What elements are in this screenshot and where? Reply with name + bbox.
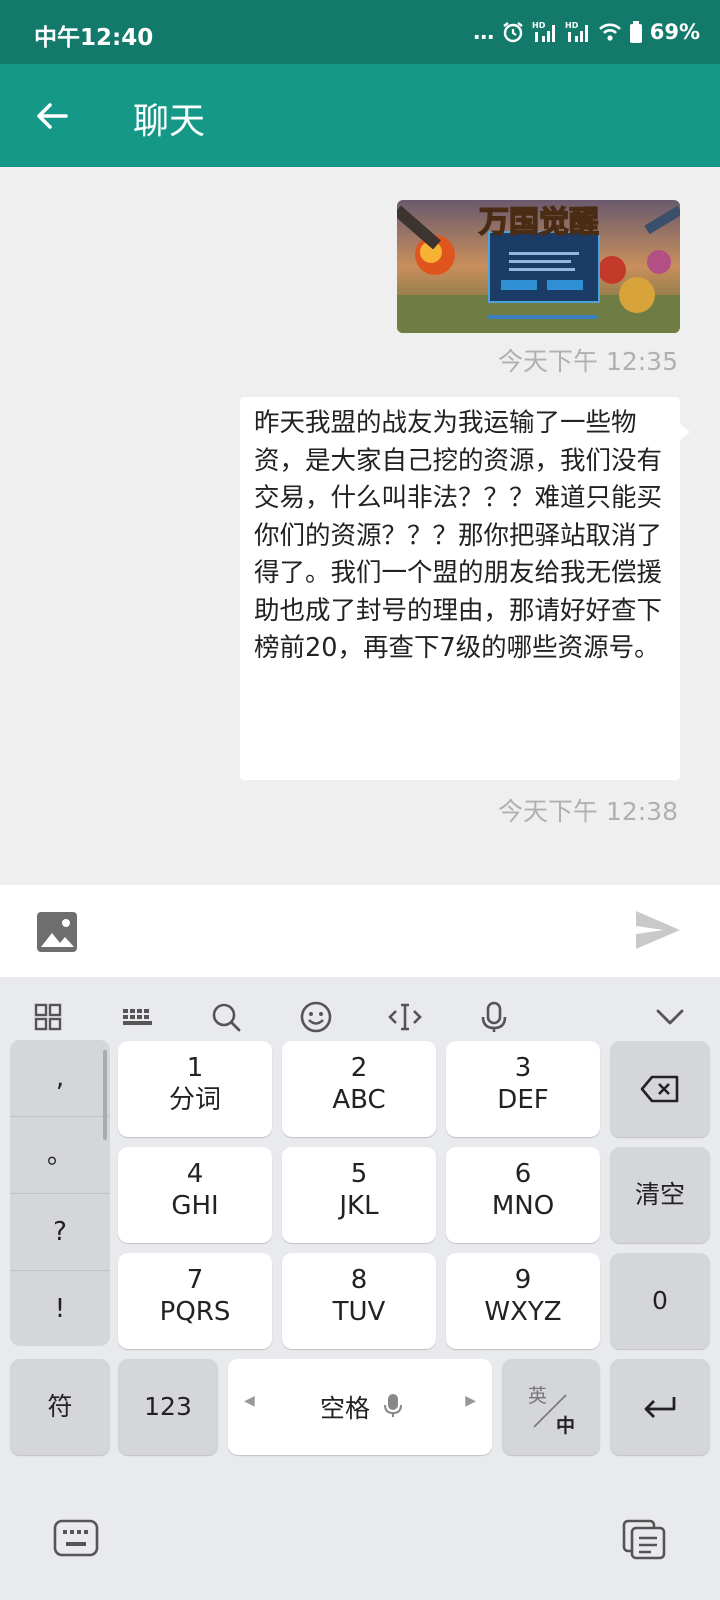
battery-icon [629, 21, 642, 43]
text-message-bubble[interactable]: 昨天我盟的战友为我运输了一些物资，是大家自己挖的资源，我们没有交易，什么叫非法？… [240, 397, 690, 780]
enter-key[interactable] [610, 1359, 710, 1455]
signal-1-icon: HD [532, 21, 555, 42]
game-screenshot-image[interactable]: 万国觉醒 [397, 200, 680, 333]
search-icon[interactable] [206, 997, 246, 1037]
status-time: 中午12:40 [34, 25, 154, 51]
back-arrow-icon[interactable] [26, 90, 78, 142]
key-7[interactable]: 7 PQRS [118, 1253, 272, 1349]
space-key[interactable]: ◀ 空格 ▶ [228, 1359, 492, 1455]
right-arrow-icon: ▶ [465, 1393, 476, 1409]
key-1[interactable]: 1 分词 [118, 1041, 272, 1137]
key-3[interactable]: 3 DEF [446, 1041, 600, 1137]
space-label: 空格 [320, 1394, 371, 1423]
message-text: 昨天我盟的战友为我运输了一些物资，是大家自己挖的资源，我们没有交易，什么叫非法？… [254, 408, 663, 663]
clear-key[interactable]: 清空 [610, 1147, 710, 1243]
punct-key[interactable]: ! [10, 1271, 110, 1346]
svg-text:HD: HD [532, 21, 546, 30]
battery-percent: 69% [649, 20, 700, 44]
game-logo-text: 万国觉醒 [479, 205, 599, 240]
switch-keyboard-icon[interactable] [52, 1517, 100, 1561]
collapse-keyboard-icon[interactable] [650, 997, 690, 1037]
enter-icon [644, 1397, 676, 1418]
symbol-key[interactable]: 符 [10, 1359, 110, 1455]
left-arrow-icon: ◀ [244, 1393, 255, 1409]
image-message[interactable]: 万国觉醒 [397, 200, 680, 333]
status-bar: 中午12:40 ... HD HD 69% [0, 0, 720, 64]
signal-2-icon: HD [565, 21, 588, 42]
keyboard-layout-icon[interactable] [117, 997, 157, 1037]
message-timestamp: 今天下午 12:35 [498, 347, 678, 376]
key-0[interactable]: 0 [610, 1253, 710, 1349]
language-switch-key[interactable]: 英 中 [502, 1359, 600, 1455]
keyboard: , 。 ? ! 1 分词 2 ABC 3 DEF 4 GHI 5 JKL 6 MNO 清空 … [0, 977, 720, 1600]
key-4[interactable]: 4 GHI [118, 1147, 272, 1243]
app-bar: 聊天 [0, 64, 720, 167]
backspace-icon [640, 1075, 679, 1103]
grid-menu-icon[interactable] [28, 997, 68, 1037]
punct-key[interactable]: 。 [10, 1117, 110, 1194]
alarm-icon [503, 22, 523, 43]
key-8[interactable]: 8 TUV [282, 1253, 436, 1349]
key-5[interactable]: 5 JKL [282, 1147, 436, 1243]
backspace-key[interactable] [610, 1041, 710, 1137]
message-input-bar[interactable] [0, 885, 720, 977]
numeric-key[interactable]: 123 [118, 1359, 218, 1455]
key-9[interactable]: 9 WXYZ [446, 1253, 600, 1349]
punct-key[interactable]: , [10, 1040, 110, 1117]
punct-scrollbar[interactable] [103, 1050, 107, 1140]
svg-text:HD: HD [565, 21, 579, 30]
image-picker-icon[interactable] [34, 909, 80, 955]
clipboard-icon[interactable] [620, 1517, 668, 1561]
space-mic-icon [384, 1394, 402, 1417]
key-6[interactable]: 6 MNO [446, 1147, 600, 1243]
punct-key[interactable]: ? [10, 1194, 110, 1271]
punctuation-list[interactable]: , 。 ? ! [10, 1040, 110, 1346]
send-icon[interactable] [634, 909, 682, 951]
cursor-move-icon[interactable] [385, 997, 425, 1037]
more-notifications-icon: ... [472, 20, 495, 44]
microphone-icon[interactable] [474, 997, 514, 1037]
message-timestamp: 今天下午 12:38 [498, 797, 678, 826]
key-2[interactable]: 2 ABC [282, 1041, 436, 1137]
status-icons: ... HD HD 69% [473, 16, 700, 48]
wifi-icon [598, 23, 621, 41]
page-title: 聊天 [133, 101, 206, 142]
emoji-icon[interactable] [296, 997, 336, 1037]
